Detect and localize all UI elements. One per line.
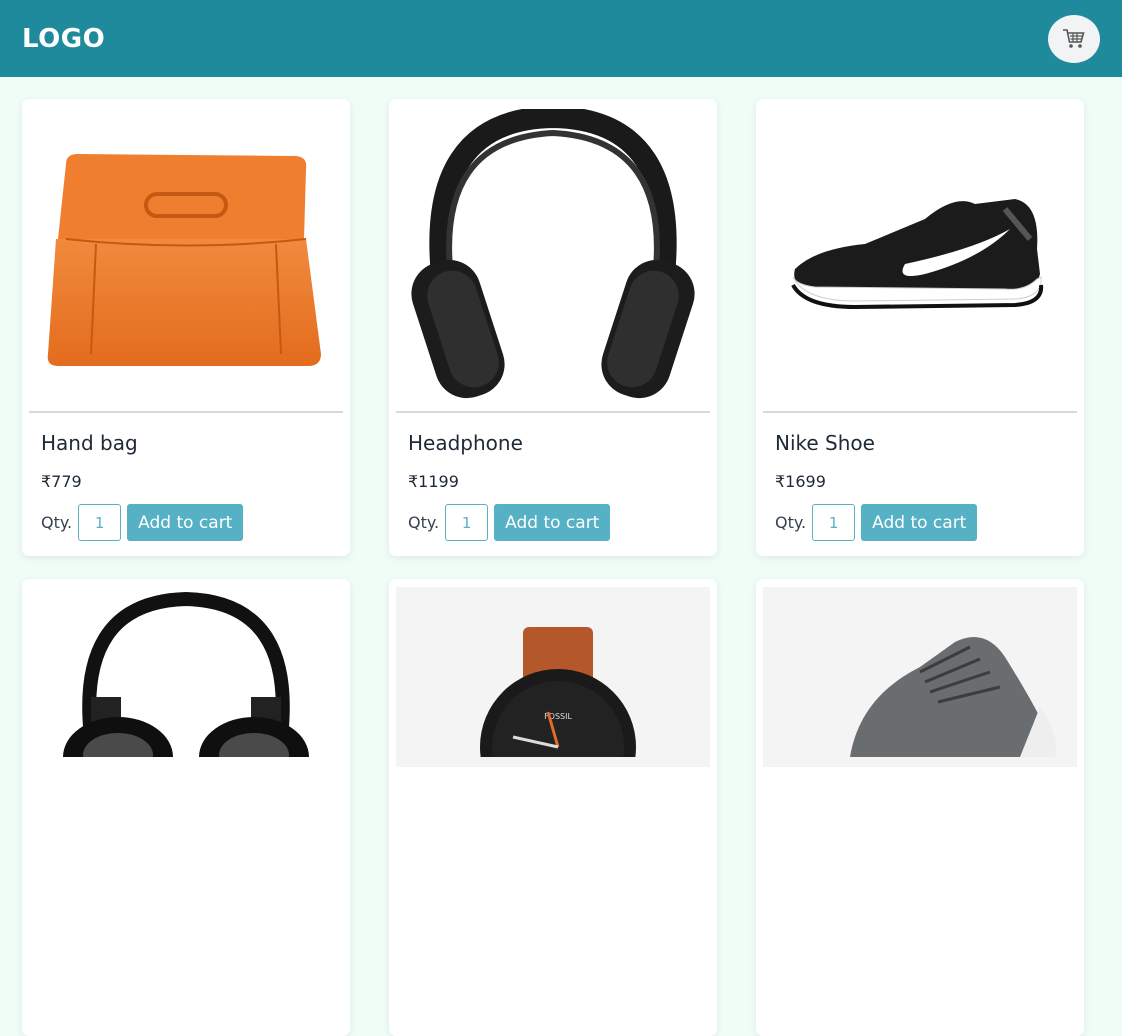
quantity-row: Qty. Add to cart [775, 504, 1077, 541]
product-card: FOSSIL [389, 579, 717, 1036]
qty-label: Qty. [775, 513, 807, 532]
black-headphone-image [411, 109, 695, 399]
shopping-cart-icon [1063, 28, 1085, 48]
quantity-input[interactable] [812, 504, 856, 541]
navbar: LOGO [0, 0, 1122, 77]
quantity-input[interactable] [78, 504, 122, 541]
product-image [396, 107, 710, 413]
product-card: Headphone ₹1199 Qty. Add to cart [389, 99, 717, 556]
add-to-cart-button[interactable]: Add to cart [127, 504, 244, 541]
product-image [29, 107, 343, 413]
product-price: ₹1699 [775, 472, 826, 491]
product-title: Hand bag [41, 431, 138, 455]
add-to-cart-button[interactable]: Add to cart [494, 504, 611, 541]
product-card [756, 579, 1084, 1036]
product-image: FOSSIL [396, 587, 710, 767]
product-card [22, 579, 350, 1036]
product-image [763, 587, 1077, 767]
product-title: Headphone [408, 431, 523, 455]
product-title: Nike Shoe [775, 431, 875, 455]
quantity-input[interactable] [445, 504, 489, 541]
cart-button[interactable] [1048, 14, 1100, 63]
orange-handbag-image [47, 154, 321, 366]
quantity-row: Qty. Add to cart [41, 504, 343, 541]
product-image [763, 107, 1077, 413]
product-image [29, 587, 343, 757]
product-price: ₹1199 [408, 472, 459, 491]
logo[interactable]: LOGO [22, 24, 105, 54]
add-to-cart-button[interactable]: Add to cart [861, 504, 978, 541]
qty-label: Qty. [408, 513, 440, 532]
nike-shoe-image [791, 199, 1044, 310]
fossil-watch-image: FOSSIL [480, 627, 636, 757]
qty-label: Qty. [41, 513, 73, 532]
product-grid: Hand bag ₹779 Qty. Add to cart Headphone… [0, 77, 1122, 1036]
black-headphone-image [63, 591, 309, 757]
product-card: Nike Shoe ₹1699 Qty. Add to cart [756, 99, 1084, 556]
quantity-row: Qty. Add to cart [408, 504, 710, 541]
product-price: ₹779 [41, 472, 82, 491]
grey-sneaker-image [850, 637, 1056, 757]
product-card: Hand bag ₹779 Qty. Add to cart [22, 99, 350, 556]
